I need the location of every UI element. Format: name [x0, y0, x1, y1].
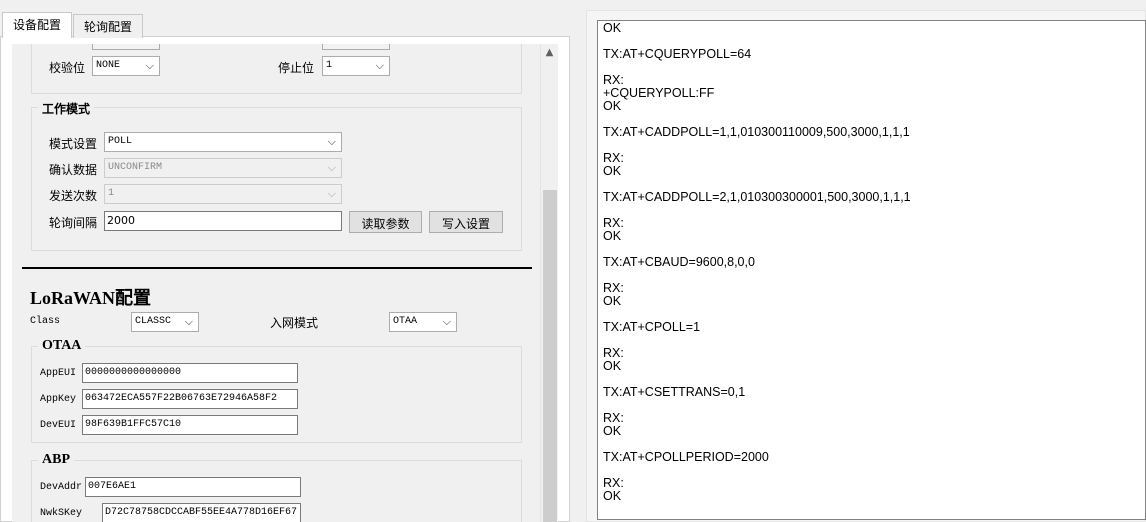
- class-label: Class: [30, 316, 61, 327]
- devaddr-input[interactable]: 007E6AE1: [85, 477, 301, 497]
- confirm-select[interactable]: UNCONFIRM ⌵: [104, 158, 342, 178]
- chevron-down-icon: ⌵: [184, 315, 193, 328]
- chevron-down-icon: ⌵: [327, 135, 336, 148]
- join-mode-label: 入网模式: [270, 316, 319, 330]
- deveui-input[interactable]: 98F639B1FFC57C10: [82, 415, 298, 435]
- log-line: OK: [603, 294, 622, 308]
- log-line: OK: [603, 21, 622, 35]
- join-mode-select[interactable]: OTAA ⌵: [389, 312, 457, 332]
- serial-group-box: [31, 44, 522, 94]
- poll-interval-value: 2000: [107, 214, 135, 227]
- work-mode-title: 工作模式: [38, 100, 95, 117]
- deveui-value: 98F639B1FFC57C10: [85, 419, 182, 430]
- log-line: OK: [603, 424, 622, 438]
- class-value: CLASSC: [135, 316, 172, 327]
- log-line: OK: [603, 164, 622, 178]
- scroll-up-arrow-icon[interactable]: ▲: [541, 44, 558, 62]
- send-count-select[interactable]: 1 ⌵: [104, 184, 342, 204]
- tab-label: 轮询配置: [84, 20, 133, 34]
- appeui-label: AppEUI: [40, 368, 77, 379]
- chevron-down-icon: ⌵: [442, 315, 451, 328]
- mode-select[interactable]: POLL ⌵: [104, 132, 342, 152]
- read-params-label: 读取参数: [361, 217, 410, 231]
- appeui-input[interactable]: 0000000000000000: [82, 363, 298, 383]
- config-scroll-area[interactable]: 校验位 NONE ⌵ 停止位 1 ⌵ 工作模式 模式设置 POLL ⌵ 确认数据…: [12, 44, 540, 522]
- mode-value: POLL: [108, 136, 133, 147]
- log-line: TX:AT+CQUERYPOLL=64: [603, 47, 752, 61]
- send-count-value: 1: [108, 188, 115, 199]
- log-line: TX:AT+CADDPOLL=2,1,010300300001,500,3000…: [603, 190, 911, 204]
- tab-poll-config[interactable]: 轮询配置: [73, 14, 144, 38]
- abp-title: ABP: [38, 452, 74, 468]
- write-settings-button[interactable]: 写入设置: [429, 211, 503, 233]
- log-line: OK: [603, 489, 622, 503]
- tab-label: 设备配置: [13, 18, 62, 32]
- log-line: TX:AT+CPOLL=1: [603, 320, 701, 334]
- send-count-label: 发送次数: [49, 189, 98, 203]
- devaddr-label: DevAddr: [40, 482, 83, 493]
- confirm-label: 确认数据: [49, 163, 98, 177]
- lorawan-title: LoRaWAN配置: [30, 288, 152, 308]
- chevron-down-icon: ⌵: [327, 161, 336, 174]
- confirm-value: UNCONFIRM: [108, 162, 163, 173]
- write-settings-label: 写入设置: [441, 217, 490, 231]
- log-output[interactable]: OK TX:AT+CQUERYPOLL=64 RX: +CQUERYPOLL:F…: [597, 20, 1146, 520]
- chevron-down-icon: ⌵: [327, 187, 336, 200]
- appeui-value: 0000000000000000: [85, 367, 182, 378]
- log-line: OK: [603, 229, 622, 243]
- nwkskey-value: D72C78758CDCCABF55EE4A778D16EF67: [105, 507, 298, 518]
- log-line: TX:AT+CSETTRANS=0,1: [603, 385, 746, 399]
- nwkskey-label: NwkSKey: [40, 508, 83, 519]
- nwkskey-input[interactable]: D72C78758CDCCABF55EE4A778D16EF67: [102, 503, 301, 522]
- log-line: TX:AT+CBAUD=9600,8,0,0: [603, 255, 755, 269]
- log-line: OK: [603, 359, 622, 373]
- appkey-input[interactable]: 063472ECA557F22B06763E72946A58F2: [82, 389, 298, 409]
- scrollbar-thumb[interactable]: [543, 190, 557, 522]
- log-line: TX:AT+CADDPOLL=1,1,010300110009,500,3000…: [603, 125, 910, 139]
- class-select[interactable]: CLASSC ⌵: [131, 312, 199, 332]
- appkey-label: AppKey: [40, 394, 77, 405]
- section-divider: [22, 267, 532, 269]
- appkey-value: 063472ECA557F22B06763E72946A58F2: [85, 393, 278, 404]
- join-mode-value: OTAA: [393, 316, 418, 327]
- poll-interval-label: 轮询间隔: [49, 216, 98, 230]
- mode-label: 模式设置: [49, 137, 98, 151]
- log-line: OK: [603, 99, 622, 113]
- tab-bar: 设备配置 轮询配置: [0, 12, 300, 38]
- deveui-label: DevEUI: [40, 420, 77, 431]
- poll-interval-input[interactable]: 2000: [104, 211, 342, 231]
- read-params-button[interactable]: 读取参数: [349, 211, 422, 233]
- tab-device-config[interactable]: 设备配置: [2, 12, 73, 38]
- otaa-title: OTAA: [38, 338, 86, 354]
- devaddr-value: 007E6AE1: [88, 481, 137, 492]
- vertical-scrollbar[interactable]: ▲: [540, 44, 558, 522]
- log-line: TX:AT+CPOLLPERIOD=2000: [603, 450, 769, 464]
